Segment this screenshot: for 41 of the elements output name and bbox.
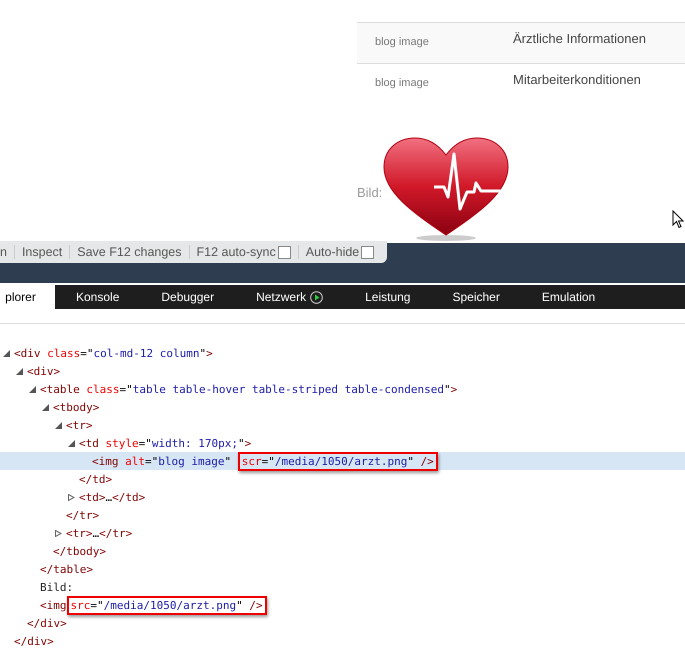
toolbar-toggle[interactable]: F12 auto-sync	[188, 245, 298, 259]
checkbox[interactable]	[278, 246, 291, 258]
mouse-pointer-icon	[672, 210, 684, 229]
expanded-triangle-icon[interactable]	[42, 404, 49, 410]
dom-tree-row[interactable]: <img alt="blog image" scr="/media/1050/arzt.png" />	[0, 452, 685, 470]
image-alt-text: blog image	[374, 76, 430, 89]
devtools-tab[interactable]: plorer	[0, 285, 55, 309]
dom-tree-row[interactable]: </div>	[0, 632, 685, 650]
row-title: Mitarbeiterkonditionen	[513, 71, 641, 87]
expanded-triangle-icon[interactable]	[16, 368, 23, 374]
dom-tree-row[interactable]: </div>	[0, 614, 685, 632]
expanded-triangle-icon[interactable]	[3, 350, 10, 356]
dom-tree-row[interactable]: <div>	[0, 362, 685, 380]
toolbar-toggle[interactable]: Auto-hide	[298, 245, 382, 259]
dom-tree-row[interactable]: <tr>	[0, 416, 685, 434]
expanded-triangle-icon[interactable]	[68, 440, 75, 446]
toolbar-button[interactable]: Save F12 changes	[69, 245, 189, 259]
dom-tree-row[interactable]: <td>…</td>	[0, 488, 685, 506]
toolbar-button[interactable]: Inspect	[14, 245, 70, 259]
collapsed-triangle-icon[interactable]	[68, 494, 75, 500]
dom-tree-row[interactable]: <tbody>	[0, 398, 685, 416]
image-alt-text: blog image	[374, 35, 430, 48]
highlight-frame: src="/media/1050/arzt.png" />	[66, 596, 267, 614]
expanded-triangle-icon[interactable]	[55, 422, 62, 428]
dom-tree-row[interactable]: <tr>…</tr>	[0, 524, 685, 542]
toolbar-button[interactable]: n	[0, 245, 14, 259]
dom-tree-row[interactable]: <div class="col-md-12 column">	[0, 344, 685, 362]
dom-tree-row[interactable]: <td style="width: 170px;">	[0, 434, 685, 452]
expanded-triangle-icon[interactable]	[29, 386, 36, 392]
highlight-frame: scr="/media/1050/arzt.png" />	[238, 452, 438, 470]
dom-tree-row[interactable]: </td>	[0, 470, 685, 488]
dom-tree-row[interactable]: </table>	[0, 560, 685, 578]
checkbox[interactable]	[361, 246, 374, 258]
dom-tree-row[interactable]: </tbody>	[0, 542, 685, 560]
dom-tree-row[interactable]: </tr>	[0, 506, 685, 524]
dom-tree-row[interactable]: <table class="table table-hover table-striped table-condensed">	[0, 380, 685, 398]
collapsed-triangle-icon[interactable]	[55, 530, 62, 536]
dom-tree-row[interactable]: <img src="/media/1050/arzt.png" />	[0, 596, 685, 614]
row-title: Ärztliche Informationen	[513, 30, 646, 46]
image-label: Bild:	[357, 185, 382, 200]
dom-tree-row[interactable]: Bild:	[0, 578, 685, 596]
